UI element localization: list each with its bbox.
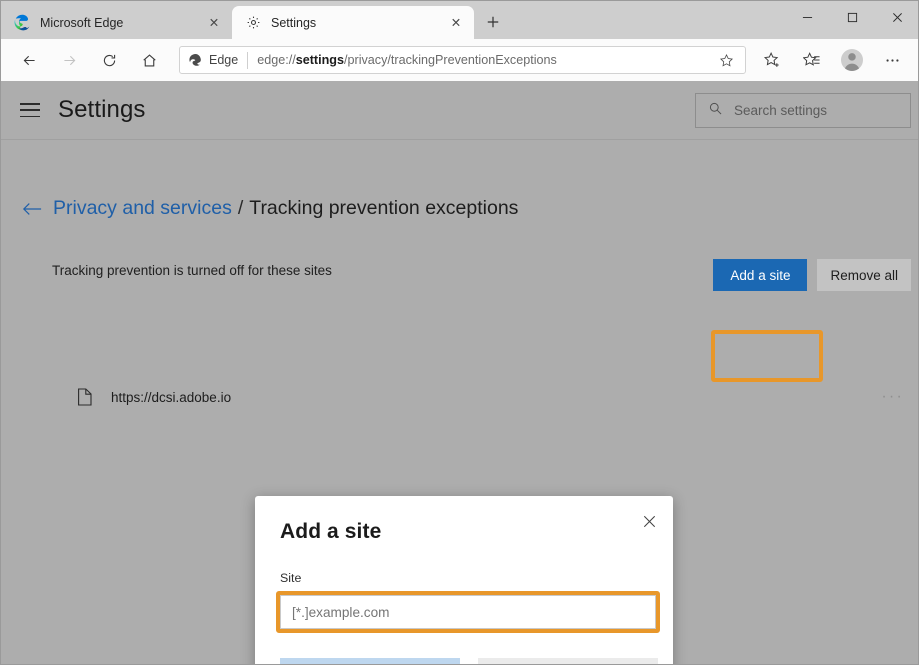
profile-avatar[interactable] <box>836 44 868 76</box>
edge-badge-label: Edge <box>209 53 238 67</box>
add-a-site-highlight <box>711 330 823 382</box>
page-title: Settings <box>58 96 146 124</box>
breadcrumb: Privacy and services / Tracking preventi… <box>1 197 518 220</box>
tab-title: Settings <box>271 16 444 30</box>
tab-close-button[interactable]: ✕ <box>444 11 468 35</box>
tab-strip: Microsoft Edge ✕ Settings ✕ <box>1 1 919 39</box>
dialog-buttons: Add Cancel <box>280 658 658 665</box>
address-bar[interactable]: Edge edge://settings/privacy/trackingPre… <box>179 46 746 74</box>
search-input-placeholder[interactable]: Search settings <box>734 103 827 118</box>
cancel-button[interactable]: Cancel <box>478 658 658 665</box>
breadcrumb-current: Tracking prevention exceptions <box>249 197 518 220</box>
site-more-menu[interactable]: ··· <box>881 388 904 406</box>
site-input[interactable] <box>280 595 656 629</box>
dialog-close-icon[interactable] <box>635 507 663 535</box>
add-button[interactable]: Add <box>280 658 460 665</box>
url-bold-segment: settings <box>296 53 344 67</box>
maximize-button[interactable] <box>830 1 875 33</box>
search-icon <box>708 101 723 121</box>
hamburger-icon[interactable] <box>20 103 40 117</box>
close-button[interactable] <box>875 1 919 33</box>
remove-all-button[interactable]: Remove all <box>817 259 911 291</box>
section-description: Tracking prevention is turned off for th… <box>52 263 332 278</box>
tab-title: Microsoft Edge <box>40 16 202 30</box>
table-row[interactable]: https://dcsi.adobe.io ··· <box>1 378 919 416</box>
window-controls <box>785 1 919 33</box>
section-actions: Add a site Remove all <box>713 259 911 291</box>
breadcrumb-separator: / <box>238 197 243 220</box>
dialog-title: Add a site <box>280 520 381 544</box>
home-button[interactable] <box>133 44 165 76</box>
tab-settings[interactable]: Settings ✕ <box>232 6 474 39</box>
favorites-star-icon[interactable] <box>713 47 739 73</box>
new-tab-button[interactable] <box>477 7 509 37</box>
breadcrumb-parent-link[interactable]: Privacy and services <box>53 197 232 220</box>
browser-toolbar: Edge edge://settings/privacy/trackingPre… <box>1 39 919 81</box>
add-a-site-dialog: Add a site Site Add Cancel <box>255 496 673 665</box>
site-input-highlight <box>276 591 660 633</box>
back-button[interactable] <box>13 44 45 76</box>
url-suffix: /privacy/trackingPreventionExceptions <box>344 53 557 67</box>
browser-window: Microsoft Edge ✕ Settings ✕ <box>0 0 919 665</box>
edge-site-badge: Edge <box>188 53 238 68</box>
site-url: https://dcsi.adobe.io <box>111 390 231 405</box>
tab-close-button[interactable]: ✕ <box>202 11 226 35</box>
back-arrow-icon[interactable] <box>21 198 43 220</box>
refresh-button[interactable] <box>93 44 125 76</box>
tab-microsoft-edge[interactable]: Microsoft Edge ✕ <box>1 6 232 39</box>
gear-icon <box>244 14 262 32</box>
collections-icon[interactable] <box>796 44 828 76</box>
omnibox-separator <box>247 52 248 69</box>
site-field-label: Site <box>280 571 301 585</box>
page-document-icon <box>77 388 93 406</box>
url-prefix: edge:// <box>257 53 296 67</box>
browser-more-menu[interactable] <box>876 44 908 76</box>
settings-page: Settings Search settings Privacy and ser… <box>1 81 919 665</box>
avatar <box>841 49 863 71</box>
edge-logo-icon <box>13 14 31 32</box>
forward-button[interactable] <box>53 44 85 76</box>
add-a-site-button[interactable]: Add a site <box>713 259 807 291</box>
settings-header: Settings Search settings <box>1 81 919 140</box>
address-bar-url: edge://settings/privacy/trackingPreventi… <box>257 53 713 67</box>
add-favorite-icon[interactable] <box>756 44 788 76</box>
minimize-button[interactable] <box>785 1 830 33</box>
search-settings-box[interactable]: Search settings <box>695 93 911 128</box>
